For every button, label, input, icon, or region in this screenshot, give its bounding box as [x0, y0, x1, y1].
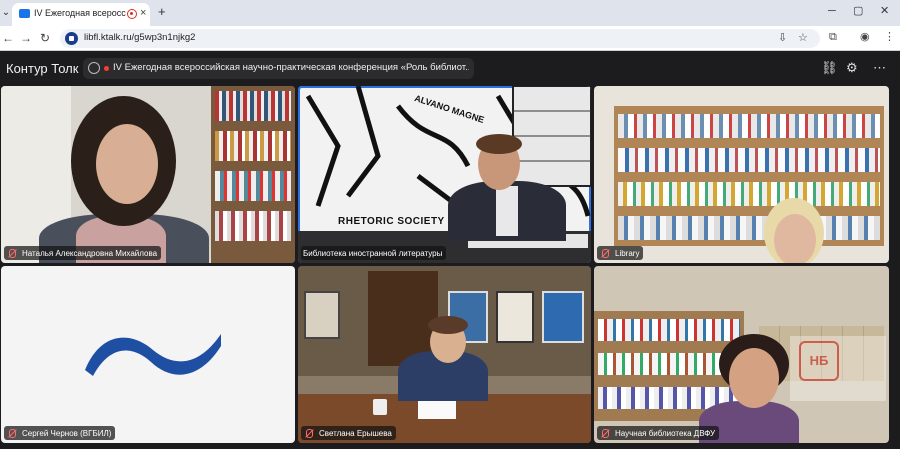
bookshelf	[614, 106, 884, 246]
library-logo-watermark: НБ	[799, 341, 839, 381]
reload-icon[interactable]: ↻	[40, 31, 50, 45]
participant-name: Сергей Чернов (ВГБИЛ)	[22, 428, 112, 438]
mic-muted-icon	[599, 428, 611, 439]
meeting-title: IV Ежегодная всероссийская научно-практи…	[113, 62, 469, 73]
more-options-icon[interactable]: ⋯	[873, 60, 886, 76]
participant-name: Наталья Александровна Михайлова	[22, 248, 158, 258]
cup	[373, 399, 387, 415]
paper	[418, 399, 456, 419]
bookshelf	[211, 86, 295, 263]
forward-arrow-icon[interactable]: →	[20, 31, 32, 45]
participant-face	[774, 214, 816, 263]
video-tile-2[interactable]: ALVANO MAGNE RHETORIC SOCIETY Библиотека…	[298, 86, 591, 263]
participant-namebar: Светлана Ерышева	[301, 426, 396, 440]
url-field[interactable]: libfl.ktalk.ru/g5wp3n1njkg2 ⇩ ☆	[60, 29, 820, 48]
participant-face	[729, 348, 779, 408]
poster-2	[496, 291, 534, 343]
participant-namebar: Научная библиотека ДВФУ	[597, 426, 720, 440]
video-tile-1[interactable]: Наталья Александровна Михайлова	[1, 86, 295, 263]
close-window-button[interactable]: ✕	[880, 3, 889, 19]
speaker-hair	[476, 134, 522, 154]
participant-namebar: Library	[597, 246, 644, 260]
back-arrow-icon[interactable]: ←	[2, 31, 14, 45]
profile-icon[interactable]: ◉	[860, 30, 870, 44]
bookmark-star-icon[interactable]: ☆	[798, 32, 808, 45]
participant-hair	[428, 316, 468, 334]
participant-namebar: Наталья Александровна Михайлова	[4, 246, 162, 260]
video-camera-icon	[19, 9, 30, 18]
tab-title: IV Ежегодная всероссийск	[34, 8, 126, 18]
recording-icon	[127, 9, 137, 19]
participant-namebar: Сергей Чернов (ВГБИЛ)	[4, 426, 116, 440]
participant-name: Светлана Ерышева	[319, 428, 392, 438]
participant-namebar: Библиотека иностранной литературы	[301, 246, 447, 260]
mic-muted-icon	[6, 248, 18, 259]
settings-gear-icon[interactable]: ⚙	[846, 60, 858, 76]
video-tile-6[interactable]: НБ Научная библиотека ДВФУ	[594, 266, 889, 443]
site-info-icon[interactable]	[65, 32, 78, 45]
mic-muted-icon	[6, 428, 18, 439]
app-brand: Контур Толк	[6, 61, 79, 76]
participant-name: Library	[615, 248, 640, 258]
address-bar: ← → ↻ libfl.ktalk.ru/g5wp3n1njkg2 ⇩ ☆ ⧉ …	[0, 26, 900, 51]
framed-portrait	[304, 291, 340, 339]
video-tile-4[interactable]: Сергей Чернов (ВГБИЛ)	[1, 266, 295, 443]
browser-tab[interactable]: IV Ежегодная всероссийск ×	[12, 3, 150, 26]
copy-link-icon[interactable]: ⛓	[821, 60, 838, 76]
video-tile-5[interactable]: Светлана Ерышева	[298, 266, 591, 443]
backdrop-text-rhetoric: RHETORIC SOCIETY	[338, 216, 445, 227]
close-tab-icon[interactable]: ×	[140, 6, 146, 20]
browser-tab-bar: ⌄ IV Ежегодная всероссийск × + ─ ▢ ✕	[0, 0, 900, 26]
recording-dot-icon	[104, 66, 109, 71]
poster-3	[542, 291, 584, 343]
new-tab-button[interactable]: +	[158, 4, 166, 20]
meeting-info-icon	[88, 62, 100, 74]
video-tile-3[interactable]: Library	[594, 86, 889, 263]
extensions-puzzle-icon[interactable]: ⧉	[829, 30, 837, 44]
maximize-button[interactable]: ▢	[853, 3, 863, 19]
speaker-shirt	[496, 186, 518, 236]
tilde-logo-icon	[85, 334, 221, 376]
participant-name: Научная библиотека ДВФУ	[615, 428, 716, 438]
participant-name: Библиотека иностранной литературы	[303, 248, 443, 258]
app-header: Контур Толк IV Ежегодная всероссийская н…	[0, 52, 900, 85]
install-app-icon[interactable]: ⇩	[778, 32, 787, 45]
meeting-title-pill[interactable]: IV Ежегодная всероссийская научно-практи…	[83, 58, 474, 79]
participant-face	[96, 124, 158, 204]
minimize-button[interactable]: ─	[828, 3, 836, 19]
browser-menu-icon[interactable]: ⋮	[884, 30, 895, 44]
mic-muted-icon	[303, 428, 315, 439]
mic-muted-icon	[599, 248, 611, 259]
tab-search-chevron-icon[interactable]: ⌄	[0, 4, 12, 22]
url-text[interactable]: libfl.ktalk.ru/g5wp3n1njkg2	[84, 32, 195, 43]
